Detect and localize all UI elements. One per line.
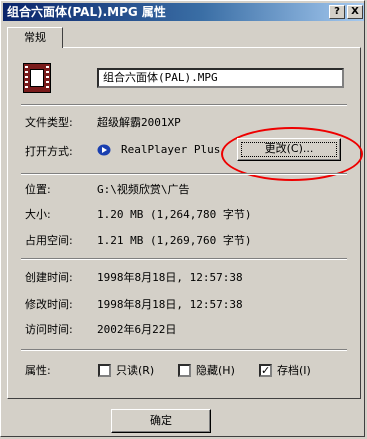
size-on-disk-label: 占用空间: [25, 234, 73, 247]
general-panel [7, 47, 361, 399]
divider [21, 173, 347, 175]
hidden-checkbox[interactable] [178, 364, 191, 377]
tab-general[interactable]: 常规 [7, 27, 63, 48]
divider [21, 349, 347, 351]
modified-label: 修改时间: [25, 298, 73, 311]
location-value: G:\视频欣赏\广告 [97, 183, 190, 196]
open-with-label: 打开方式: [25, 145, 73, 158]
readonly-label[interactable]: 只读(R) [116, 362, 154, 378]
change-button[interactable]: 更改(C)... [237, 138, 341, 161]
created-value: 1998年8月18日, 12:57:38 [97, 271, 243, 284]
divider [21, 258, 347, 260]
open-with-value: RealPlayer Plus [121, 143, 221, 156]
attributes-label: 属性: [25, 364, 51, 377]
hidden-label[interactable]: 隐藏(H) [196, 362, 235, 378]
size-value: 1.20 MB (1,264,780 字节) [97, 208, 252, 221]
archive-label[interactable]: 存档(I) [277, 362, 311, 378]
size-on-disk-value: 1.21 MB (1,269,760 字节) [97, 234, 252, 247]
film-file-icon [23, 63, 51, 93]
accessed-label: 访问时间: [25, 323, 73, 336]
ok-button[interactable]: 确定 [111, 409, 211, 433]
properties-dialog: 组合六面体(PAL).MPG 属性 ? X 常规 组合六面体(PAL).MPG … [0, 0, 365, 437]
close-button[interactable]: X [347, 5, 363, 19]
location-label: 位置: [25, 183, 51, 196]
file-type-label: 文件类型: [25, 116, 73, 129]
created-label: 创建时间: [25, 271, 73, 284]
archive-checkbox[interactable]: ✓ [259, 364, 272, 377]
readonly-checkbox[interactable] [98, 364, 111, 377]
file-type-value: 超级解霸2001XP [97, 116, 181, 129]
window-title: 组合六面体(PAL).MPG 属性 [7, 5, 166, 19]
divider [21, 104, 347, 106]
realplayer-icon [97, 144, 111, 156]
accessed-value: 2002年6月22日 [97, 323, 177, 336]
help-button[interactable]: ? [329, 5, 345, 19]
modified-value: 1998年8月18日, 12:57:38 [97, 298, 243, 311]
size-label: 大小: [25, 208, 51, 221]
title-bar[interactable]: 组合六面体(PAL).MPG 属性 ? X [3, 3, 364, 21]
file-name-field[interactable]: 组合六面体(PAL).MPG [97, 68, 344, 88]
